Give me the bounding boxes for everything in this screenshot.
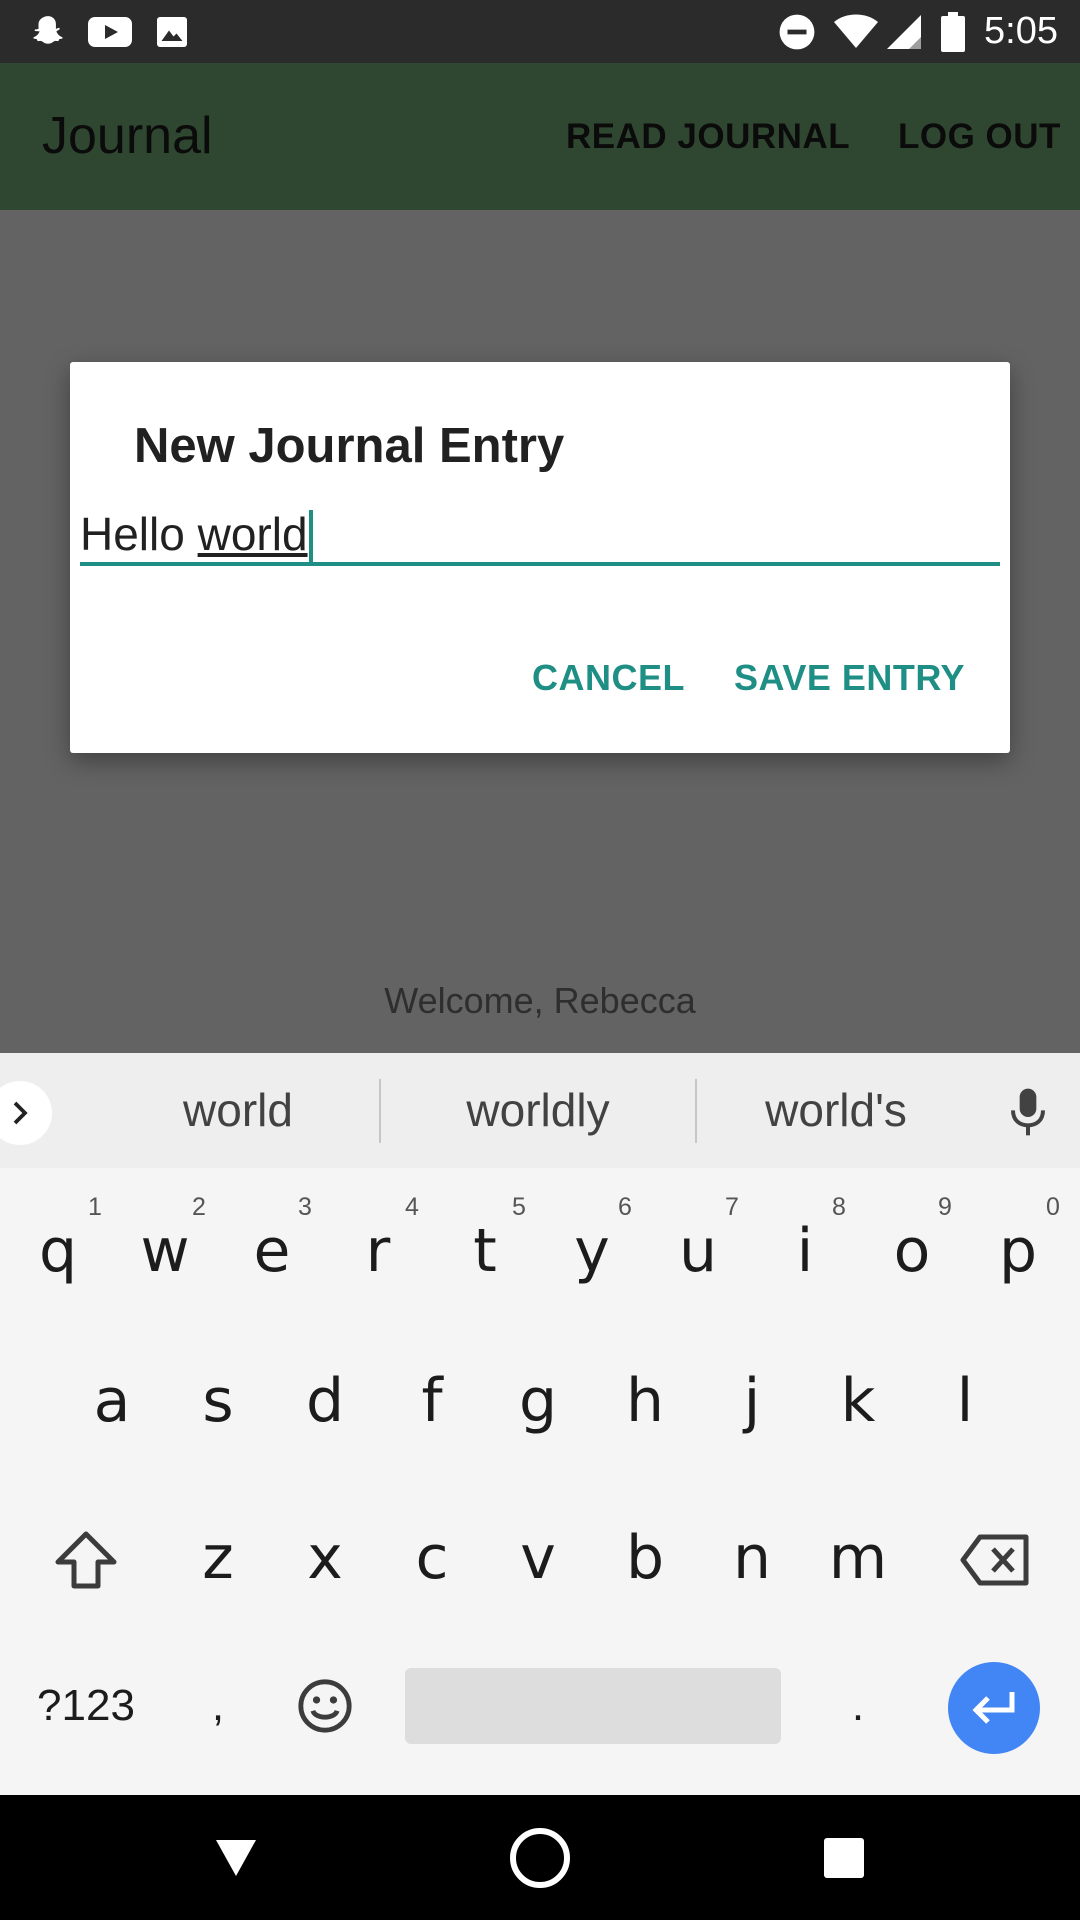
key-hint: 8 (832, 1193, 846, 1221)
key-c[interactable]: c (392, 1518, 472, 1598)
soft-keyboard: world worldly world's q 1 w 2 e 3 r 4 t … (0, 1053, 1080, 1795)
key-n[interactable]: n (712, 1518, 792, 1598)
suggestion-3[interactable]: world's (696, 1053, 976, 1168)
key-hint: 1 (88, 1193, 102, 1221)
log-out-button[interactable]: LOG OUT (898, 63, 1061, 210)
app-title: Journal (42, 107, 213, 165)
do-not-disturb-icon (776, 10, 818, 54)
key-hint: 0 (1046, 1193, 1060, 1221)
key-i[interactable]: i (765, 1211, 845, 1291)
key-v[interactable]: v (498, 1518, 578, 1598)
key-hint: 5 (512, 1193, 526, 1221)
key-label: i (796, 1216, 814, 1286)
key-w[interactable]: w (125, 1211, 205, 1291)
key-g[interactable]: g (498, 1361, 578, 1441)
signal-icon (884, 10, 924, 54)
input-composing-text: world (197, 508, 308, 560)
suggestion-strip: world worldly world's (0, 1053, 1080, 1168)
key-e[interactable]: e (232, 1211, 312, 1291)
journal-entry-input[interactable]: Hello world (80, 502, 1000, 566)
key-label: r (365, 1216, 391, 1286)
shift-icon (55, 1531, 117, 1589)
cancel-button[interactable]: CANCEL (532, 648, 685, 708)
emoji-key[interactable] (285, 1664, 365, 1748)
key-label: q (38, 1216, 78, 1286)
key-z[interactable]: z (178, 1518, 258, 1598)
home-icon[interactable] (498, 1795, 582, 1920)
key-hint: 6 (618, 1193, 632, 1221)
suggestion-2[interactable]: worldly (398, 1053, 678, 1168)
key-label: e (253, 1216, 291, 1286)
emoji-icon (298, 1679, 352, 1733)
status-bar: 5:05 (0, 0, 1080, 63)
status-time: 5:05 (984, 10, 1058, 52)
key-a[interactable]: a (72, 1361, 152, 1441)
battery-icon (938, 10, 968, 54)
key-label: y (574, 1216, 610, 1286)
key-label: w (140, 1216, 190, 1286)
youtube-icon (86, 10, 134, 54)
image-icon (152, 10, 192, 54)
navigation-bar (0, 1795, 1080, 1920)
key-hint: 3 (298, 1193, 312, 1221)
symbols-key[interactable]: ?123 (22, 1664, 150, 1748)
key-j[interactable]: j (712, 1361, 792, 1441)
enter-arrow-icon (972, 1692, 1015, 1724)
key-s[interactable]: s (178, 1361, 258, 1441)
key-k[interactable]: k (818, 1361, 898, 1441)
key-l[interactable]: l (925, 1361, 1005, 1441)
backspace-icon (960, 1534, 1029, 1586)
save-entry-button[interactable]: SAVE ENTRY (734, 648, 965, 708)
key-f[interactable]: f (392, 1361, 472, 1441)
key-o[interactable]: o (872, 1211, 952, 1291)
suggestion-1[interactable]: world (98, 1053, 378, 1168)
snapchat-icon (26, 10, 70, 54)
welcome-text: Welcome, Rebecca (384, 980, 696, 1021)
key-u[interactable]: u (658, 1211, 738, 1291)
key-t[interactable]: t (445, 1211, 525, 1291)
key-x[interactable]: x (285, 1518, 365, 1598)
key-d[interactable]: d (285, 1361, 365, 1441)
key-q[interactable]: q (18, 1211, 98, 1291)
app-bar: Journal READ JOURNAL LOG OUT (0, 63, 1080, 210)
wifi-icon (832, 10, 880, 54)
back-icon[interactable] (196, 1795, 276, 1920)
key-label: p (998, 1216, 1038, 1286)
enter-key[interactable] (948, 1662, 1040, 1754)
key-y[interactable]: y (552, 1211, 632, 1291)
space-bar[interactable] (405, 1668, 781, 1744)
new-entry-dialog: New Journal Entry Hello world CANCEL SAV… (70, 362, 1010, 753)
key-hint: 9 (938, 1193, 952, 1221)
backspace-key[interactable] (950, 1518, 1040, 1602)
key-b[interactable]: b (605, 1518, 685, 1598)
recents-icon[interactable] (804, 1795, 884, 1920)
key-m[interactable]: m (818, 1518, 898, 1598)
key-label: t (473, 1216, 497, 1286)
key-label: o (893, 1216, 931, 1286)
dialog-title: New Journal Entry (134, 419, 565, 473)
microphone-icon[interactable] (1008, 1087, 1048, 1142)
key-hint: 2 (192, 1193, 206, 1221)
text-caret (308, 509, 313, 566)
read-journal-button[interactable]: READ JOURNAL (566, 63, 850, 210)
key-label: u (678, 1216, 718, 1286)
key-r[interactable]: r (338, 1211, 418, 1291)
shift-key[interactable] (44, 1518, 128, 1602)
suggestion-divider (379, 1079, 381, 1143)
input-text: Hello (80, 508, 198, 560)
comma-key[interactable]: , (178, 1664, 258, 1748)
key-h[interactable]: h (605, 1361, 685, 1441)
key-hint: 7 (725, 1193, 739, 1221)
key-hint: 4 (405, 1193, 419, 1221)
key-p[interactable]: p (978, 1211, 1058, 1291)
period-key[interactable]: . (818, 1664, 898, 1748)
expand-chevron-icon[interactable] (0, 1081, 52, 1145)
